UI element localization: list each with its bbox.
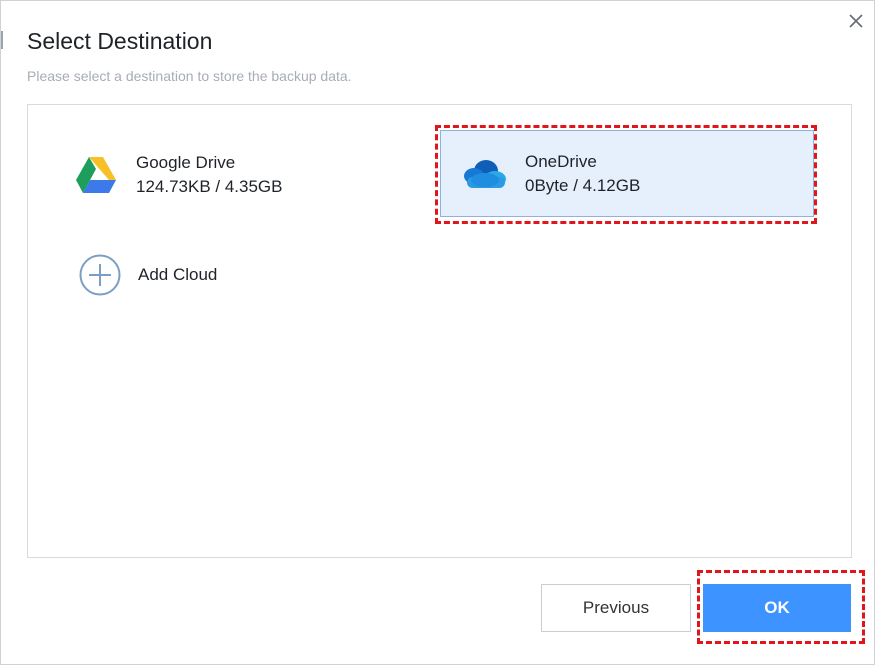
destination-name: OneDrive bbox=[525, 151, 597, 171]
destination-usage: 0Byte / 4.12GB bbox=[525, 175, 641, 195]
destination-usage: 124.73KB / 4.35GB bbox=[136, 177, 283, 196]
add-cloud-label: Add Cloud bbox=[138, 265, 218, 284]
dialog-title: Select Destination bbox=[27, 28, 213, 54]
destination-name: Google Drive bbox=[136, 153, 236, 172]
destination-list-panel: Google Drive 124.73KB / 4.35GB OneDrive … bbox=[27, 104, 852, 558]
window-edge-marker bbox=[1, 31, 6, 49]
add-cloud-button[interactable]: Add Cloud bbox=[78, 253, 217, 297]
plus-circle-icon bbox=[78, 253, 122, 297]
previous-button[interactable]: Previous bbox=[541, 584, 691, 632]
destination-google-drive[interactable]: Google Drive 124.73KB / 4.35GB bbox=[74, 149, 394, 201]
destination-onedrive[interactable]: OneDrive 0Byte / 4.12GB bbox=[440, 130, 814, 217]
google-drive-icon bbox=[74, 153, 118, 197]
close-icon[interactable] bbox=[844, 9, 868, 33]
select-destination-dialog: Select Destination Please select a desti… bbox=[0, 0, 875, 665]
dialog-subtitle: Please select a destination to store the… bbox=[27, 68, 352, 84]
onedrive-cloud-icon bbox=[459, 154, 509, 194]
ok-button[interactable]: OK bbox=[703, 584, 851, 632]
